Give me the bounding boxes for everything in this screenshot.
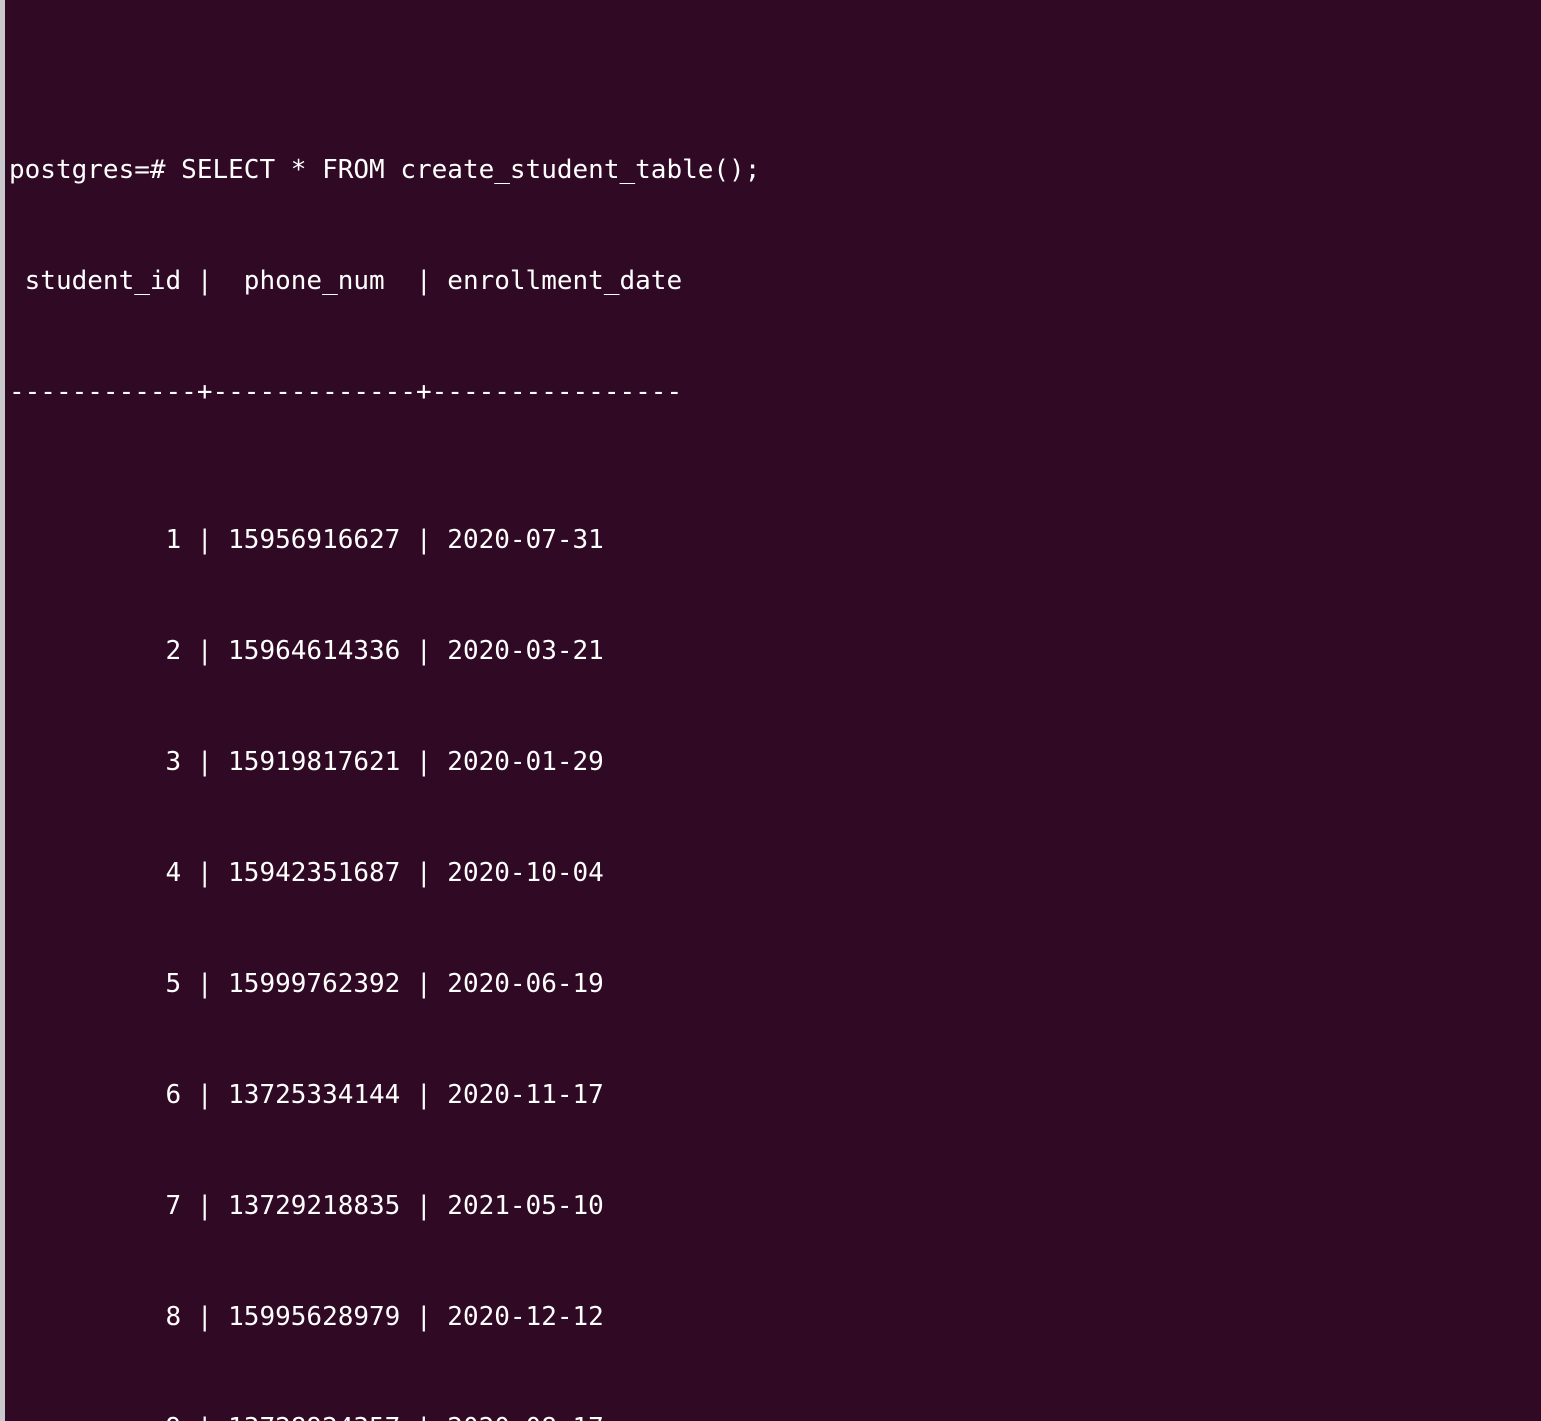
table-row: 2 | 15964614336 | 2020-03-21 xyxy=(9,636,604,666)
table-row: 3 | 15919817621 | 2020-01-29 xyxy=(9,747,604,777)
table-row: 5 | 15999762392 | 2020-06-19 xyxy=(9,969,604,999)
table-row: 9 | 13728924357 | 2020-08-17 xyxy=(9,1410,1541,1421)
table-row: 7 | 13729218835 | 2021-05-10 xyxy=(9,1191,604,1221)
table-row: 8 | 15995628979 | 2020-12-12 xyxy=(9,1302,604,1332)
table-row: 6 | 13725334144 | 2020-11-17 xyxy=(9,1080,604,1110)
table-separator-student: ------------+-------------+-------------… xyxy=(9,377,683,407)
terminal-window[interactable]: postgres=# SELECT * FROM create_student_… xyxy=(0,0,1541,1421)
table-row: 1 | 15956916627 | 2020-07-31 xyxy=(9,525,604,555)
table-header-student: student_id | phone_num | enrollment_date xyxy=(9,266,683,296)
command-line-create-student-table: postgres=# SELECT * FROM create_student_… xyxy=(9,155,761,185)
table-row: 4 | 15942351687 | 2020-10-04 xyxy=(9,858,604,888)
terminal-screen[interactable]: postgres=# SELECT * FROM create_student_… xyxy=(9,4,1541,1421)
